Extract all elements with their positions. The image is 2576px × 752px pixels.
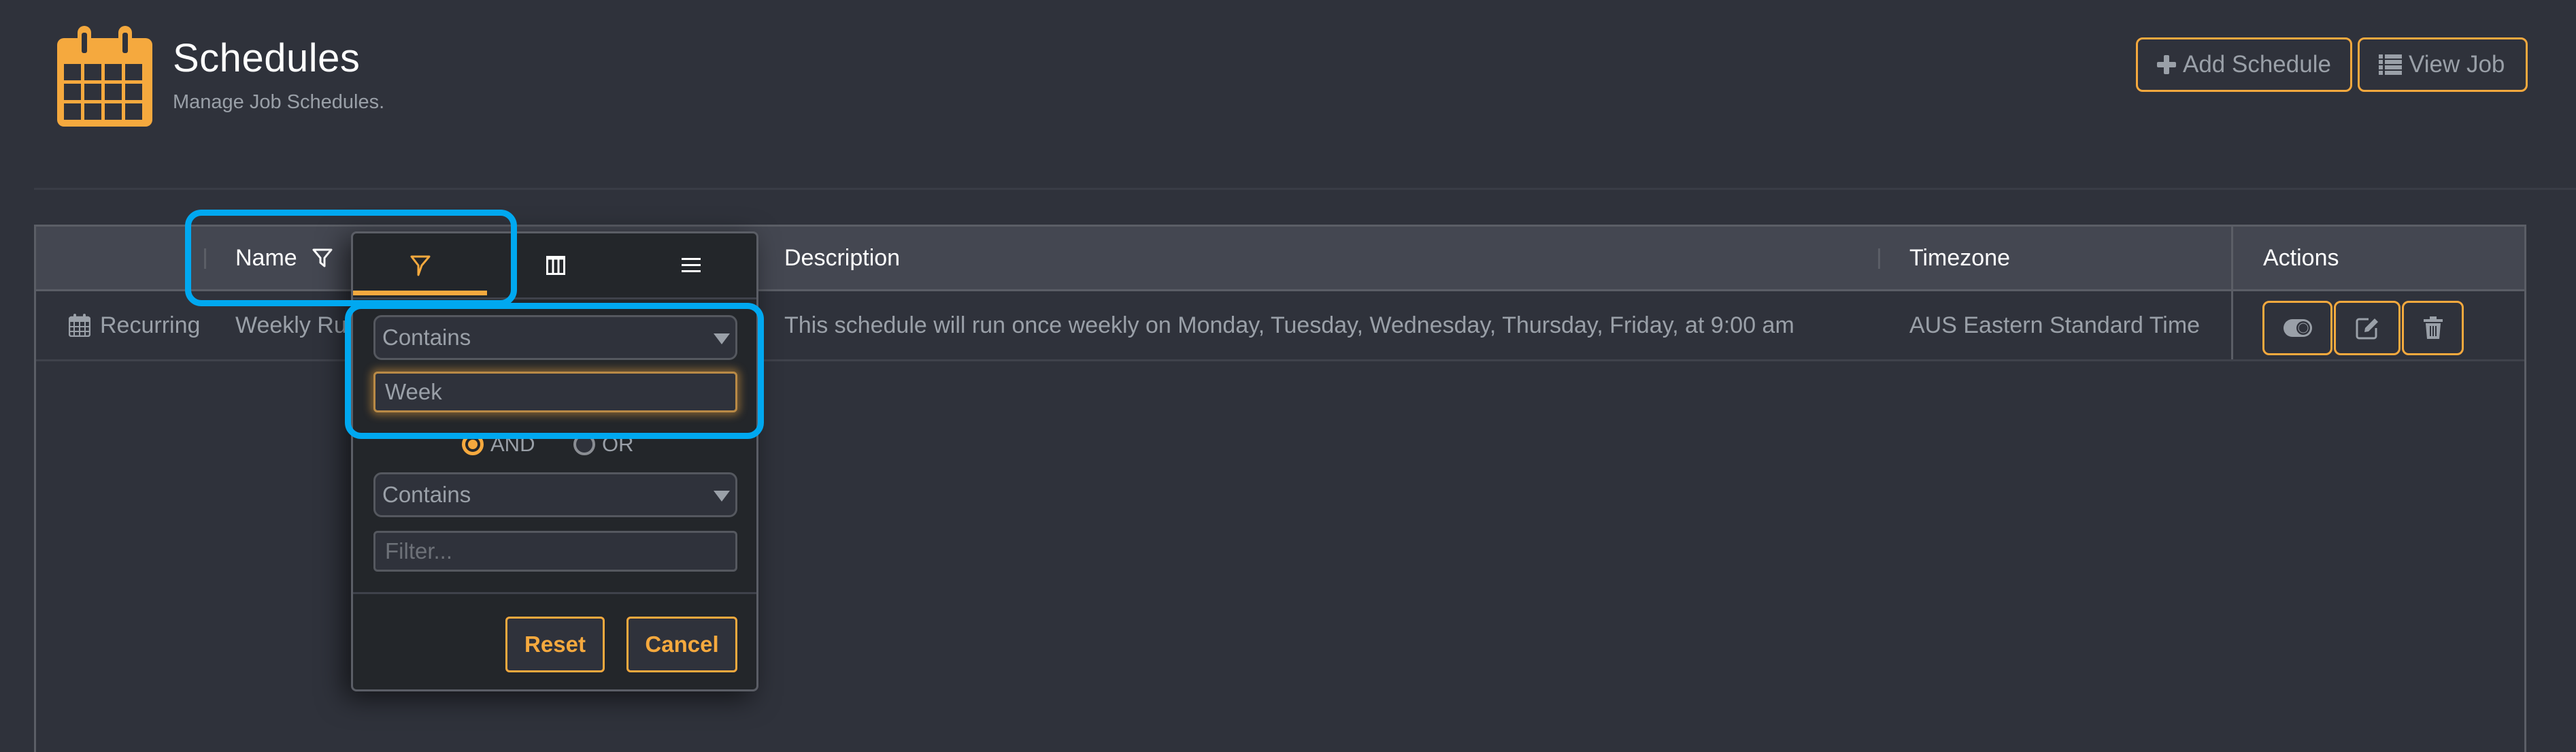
page-subtitle: Manage Job Schedules. [173, 91, 385, 113]
filter-operator-select-2[interactable]: Contains [373, 472, 737, 517]
view-job-label: View Job [2409, 51, 2505, 78]
column-header-timezone[interactable]: Timezone [1909, 227, 2010, 289]
column-header-name-label: Name [235, 244, 297, 271]
toggle-icon [2283, 319, 2312, 337]
column-separator [1878, 248, 1880, 269]
filter-icon [410, 255, 430, 276]
tabs-divider [353, 297, 756, 299]
column-header-actions: Actions [2263, 244, 2339, 271]
tab-columns[interactable] [488, 233, 622, 297]
trash-icon [2423, 316, 2443, 339]
filter-value-input-1[interactable] [373, 372, 737, 412]
join-and-label: AND [490, 432, 535, 456]
calendar-icon [69, 314, 90, 337]
list-icon [2379, 54, 2402, 75]
add-schedule-label: Add Schedule [2183, 51, 2331, 78]
filter-operator-1-value: Contains [382, 325, 471, 350]
cell-type: Recurring [69, 291, 200, 359]
column-filter-popup: Contains AND OR Contains Reset Cancel [351, 231, 758, 691]
page-title: Schedules [173, 36, 361, 80]
cell-type-label: Recurring [100, 312, 201, 338]
cell-description: This schedule will run once weekly on Mo… [784, 312, 1794, 338]
cell-name: Weekly Ru [235, 312, 347, 338]
edit-schedule-button[interactable] [2334, 301, 2401, 355]
view-job-button[interactable]: View Job [2358, 37, 2528, 92]
delete-schedule-button[interactable] [2402, 301, 2464, 355]
calendar-icon [57, 26, 152, 127]
join-radio-and[interactable]: AND [462, 432, 535, 457]
filter-icon[interactable] [312, 248, 333, 268]
chevron-down-icon [714, 333, 730, 344]
filter-value-input-2[interactable] [373, 531, 737, 572]
column-header-name[interactable]: Name [235, 227, 333, 289]
column-separator [204, 248, 206, 269]
radio-selected-icon [462, 434, 484, 455]
menu-icon [681, 258, 701, 272]
tab-general-menu[interactable] [624, 233, 758, 297]
active-tab-indicator [353, 291, 487, 295]
edit-icon [2356, 318, 2378, 340]
filter-operator-select-1[interactable]: Contains [373, 315, 737, 360]
header-divider [34, 188, 2576, 190]
join-radio-or[interactable]: OR [573, 432, 634, 457]
chevron-down-icon [714, 491, 730, 502]
radio-unselected-icon [573, 434, 595, 455]
filter-operator-2-value: Contains [382, 482, 471, 507]
cell-timezone: AUS Eastern Standard Time [1909, 312, 2201, 338]
cancel-button[interactable]: Cancel [626, 617, 737, 672]
plus-icon [2157, 55, 2176, 74]
toggle-schedule-button[interactable] [2262, 301, 2332, 355]
column-header-description[interactable]: Description [784, 227, 900, 289]
reset-button[interactable]: Reset [505, 617, 605, 672]
tab-filter[interactable] [353, 233, 487, 297]
columns-icon [546, 256, 565, 275]
join-or-label: OR [602, 432, 634, 456]
add-schedule-button[interactable]: Add Schedule [2136, 37, 2352, 92]
popup-footer-divider [353, 592, 756, 594]
